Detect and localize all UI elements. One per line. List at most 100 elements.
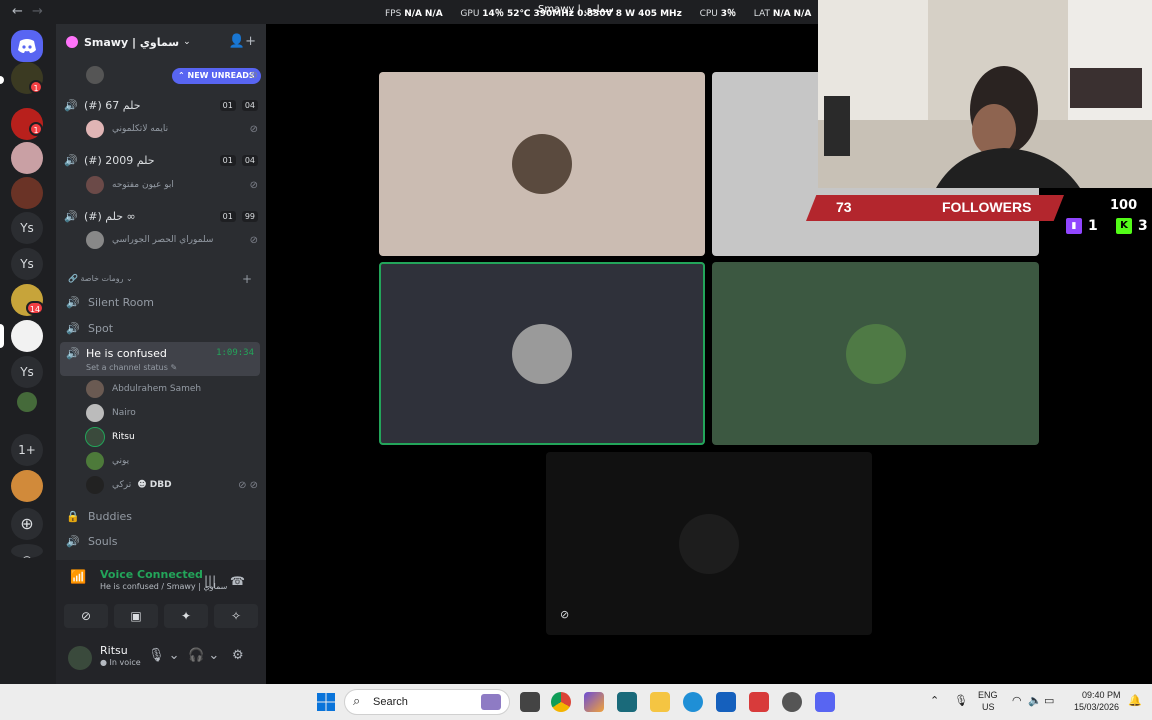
- participant-tile-speaking[interactable]: [379, 262, 705, 445]
- outlook-icon[interactable]: [716, 692, 736, 712]
- voice-status: Voice Connected: [100, 568, 203, 581]
- server-icon-4[interactable]: [11, 177, 43, 209]
- voice-member[interactable]: نايمه لاتكلموني ⊘: [86, 118, 258, 140]
- add-server-icon[interactable]: ⊕: [11, 508, 43, 540]
- participant-tile[interactable]: [712, 262, 1039, 445]
- settings-gear-icon[interactable]: ⚙: [232, 648, 244, 663]
- count-current: 01: [219, 154, 236, 166]
- voice-channel-buddies[interactable]: 🔒 Buddies: [64, 504, 258, 528]
- gpu-label: GPU: [460, 9, 480, 19]
- server-icon-3[interactable]: [11, 142, 43, 174]
- server-icon-ys[interactable]: Ys: [11, 212, 43, 244]
- avatar: [86, 176, 104, 194]
- windows-start-icon[interactable]: [316, 692, 336, 712]
- voice-channel[interactable]: 🔊 (#) حلم ∞ 01 99: [64, 205, 258, 227]
- channel-name: He is confused: [86, 347, 167, 360]
- member-name: يوني: [112, 456, 130, 466]
- server-icon-ys[interactable]: Ys: [11, 248, 43, 280]
- username[interactable]: Ritsu: [100, 644, 128, 657]
- followers-banner: 73 FOLLOWERS: [806, 195, 1064, 221]
- server-icon-7[interactable]: [11, 470, 43, 502]
- screen-share-button[interactable]: ▣: [114, 604, 158, 628]
- follower-goal: 100: [1110, 198, 1138, 213]
- wifi-icon[interactable]: ◠: [1012, 694, 1022, 707]
- chrome-icon[interactable]: [551, 692, 571, 712]
- active-voice-channel[interactable]: 🔊 He is confused 1:09:34 Set a channel s…: [60, 342, 260, 376]
- headphones-icon[interactable]: 🎧 ⌄: [188, 648, 219, 663]
- unread-badge: 14: [26, 301, 44, 315]
- speaker-icon: 🔊: [64, 209, 78, 223]
- avatar[interactable]: [68, 646, 92, 670]
- voice-channel-silent-room[interactable]: 🔊 Silent Room: [64, 290, 258, 314]
- volume-icon[interactable]: 🔈: [1028, 694, 1042, 707]
- cpu-value: 3％: [720, 9, 737, 19]
- app-icon[interactable]: [617, 692, 637, 712]
- search-icon: ⌕: [353, 694, 361, 709]
- language-indicator[interactable]: ENG: [978, 690, 998, 700]
- notifications-icon[interactable]: 🔔: [1128, 694, 1142, 707]
- store-icon[interactable]: [749, 692, 769, 712]
- lat-value-2: N/A: [793, 9, 812, 19]
- battery-icon[interactable]: ▭: [1044, 694, 1054, 707]
- voice-channel[interactable]: 🔊 (#) حلم 2009 01 04: [64, 149, 258, 171]
- fps-value-2: N/A: [424, 9, 443, 19]
- voice-member[interactable]: يوني: [86, 450, 258, 472]
- set-channel-status[interactable]: Set a channel status ✎: [86, 363, 177, 372]
- voice-member[interactable]: سلموراي الحصر الجوراسي ⊘: [86, 229, 258, 251]
- clock-time[interactable]: 09:40 PM: [1082, 690, 1121, 700]
- forward-arrow-icon[interactable]: →: [32, 4, 43, 19]
- server-icon-ys[interactable]: Ys: [11, 356, 43, 388]
- deafen-icon: ⊘: [249, 123, 258, 135]
- lat-label: LAT: [753, 9, 770, 19]
- task-view-icon[interactable]: [520, 692, 540, 712]
- user-status: ● In voice: [100, 658, 141, 667]
- voice-member-self[interactable]: Ritsu: [85, 426, 258, 448]
- boost-gem-icon: [66, 36, 78, 48]
- camera-off-button[interactable]: ⊘: [64, 604, 108, 628]
- participant-tile[interactable]: [379, 72, 705, 256]
- obs-icon[interactable]: [782, 692, 802, 712]
- voice-member[interactable]: ابو عيون مفتوحه ⊘: [86, 174, 258, 196]
- disconnect-icon[interactable]: ☎: [230, 574, 245, 588]
- tray-overflow-icon[interactable]: ⌃: [930, 694, 939, 707]
- discord-taskbar-icon[interactable]: [815, 692, 835, 712]
- voice-member[interactable]: تركي ☻ DBD ⊘ ⊘: [86, 474, 258, 496]
- soundboard-button[interactable]: ✧: [214, 604, 258, 628]
- create-channel-icon[interactable]: +: [242, 272, 252, 286]
- avatar: [86, 231, 104, 249]
- selected-pill: [0, 324, 4, 348]
- invite-user-icon[interactable]: 👤+: [229, 34, 256, 49]
- avatar: [86, 404, 104, 422]
- lock-icon: 🔒: [66, 509, 80, 523]
- participant-tile[interactable]: [546, 452, 872, 635]
- signal-icon[interactable]: 📶: [70, 570, 86, 585]
- voice-channel-spot[interactable]: 🔊 Spot: [64, 316, 258, 340]
- speaker-icon: 🔊: [66, 347, 80, 360]
- discover-icon[interactable]: ◉: [11, 544, 43, 558]
- server-icon-6[interactable]: [17, 392, 37, 412]
- microphone-icon[interactable]: 🎙: [954, 694, 968, 707]
- edge-icon[interactable]: [683, 692, 703, 712]
- discord-home-icon[interactable]: [11, 30, 43, 62]
- copilot-icon[interactable]: [584, 692, 604, 712]
- count-limit: 04: [241, 99, 258, 111]
- server-icon-selected[interactable]: [11, 320, 43, 352]
- clock-date[interactable]: 15/03/2026: [1074, 702, 1119, 712]
- back-arrow-icon[interactable]: ←: [12, 4, 23, 19]
- member-name: سلموراي الحصر الجوراسي: [112, 235, 214, 245]
- server-icon-plus-one[interactable]: 1+: [11, 434, 43, 466]
- voice-member[interactable]: Nairo: [86, 402, 258, 424]
- voice-channel[interactable]: 🔊 (#) حلم 67 01 04: [64, 94, 258, 116]
- activities-button[interactable]: ✦: [164, 604, 208, 628]
- speaker-icon: 🔊: [66, 321, 80, 335]
- user-status-text: In voice: [109, 658, 141, 667]
- microphone-icon[interactable]: 🎙 ⌄: [148, 648, 180, 663]
- voice-member[interactable]: Abdulrahem Sameh: [86, 378, 258, 400]
- category-header[interactable]: 🔗 رومات خاصة ⌄: [68, 274, 133, 283]
- taskbar-search[interactable]: ⌕ Search: [344, 689, 510, 715]
- file-explorer-icon[interactable]: [650, 692, 670, 712]
- channel-name: (#) حلم 2009: [84, 153, 155, 167]
- server-header[interactable]: Smawy | سماوي ⌄ 👤+: [56, 24, 266, 60]
- voice-channel-souls[interactable]: 🔊 Souls: [64, 529, 258, 553]
- noise-suppression-icon[interactable]: |||: [204, 574, 216, 588]
